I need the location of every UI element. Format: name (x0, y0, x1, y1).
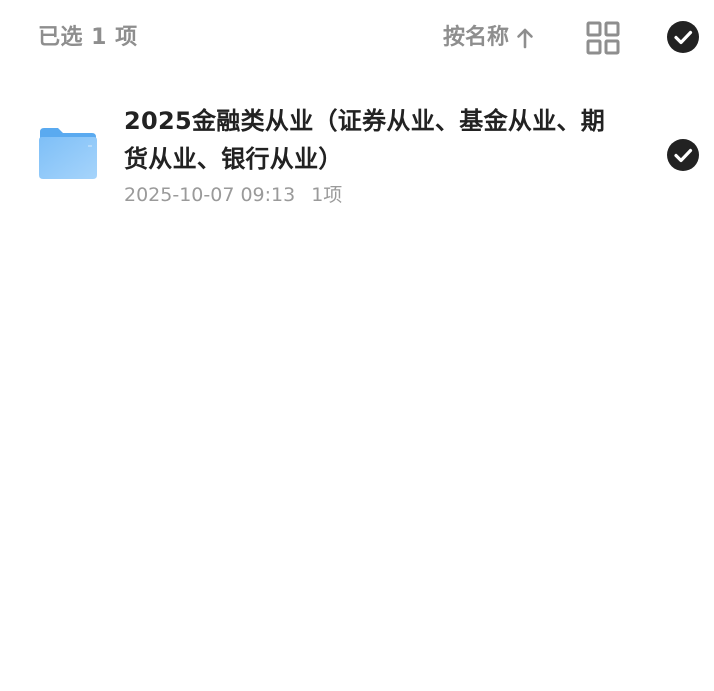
item-date: 2025-10-07 09:13 (124, 184, 296, 206)
arrow-up-icon (517, 28, 533, 49)
item-title: 2025金融类从业（证券从业、基金从业、期货从业、银行从业） (124, 107, 606, 173)
selection-header: 已选 1 项 按名称 (0, 0, 714, 76)
file-selection-page: 已选 1 项 按名称 2025金融类从业（证券从业、基金从业、期货从业、银行从业… (0, 0, 714, 691)
select-all-check-icon[interactable] (667, 21, 699, 53)
sort-by-name-button[interactable]: 按名称 (443, 22, 535, 54)
item-count: 1项 (311, 184, 343, 206)
sort-label: 按名称 (443, 25, 510, 50)
item-selected-check-icon[interactable] (667, 139, 699, 171)
list-item[interactable]: 2025金融类从业（证券从业、基金从业、期货从业、银行从业） 2025-10-0… (0, 96, 714, 216)
selected-count-label: 已选 1 项 (38, 25, 138, 50)
folder-icon (39, 128, 97, 179)
grid-view-icon[interactable] (586, 21, 620, 55)
item-meta: 2025-10-07 09:13 1项 (124, 182, 342, 208)
